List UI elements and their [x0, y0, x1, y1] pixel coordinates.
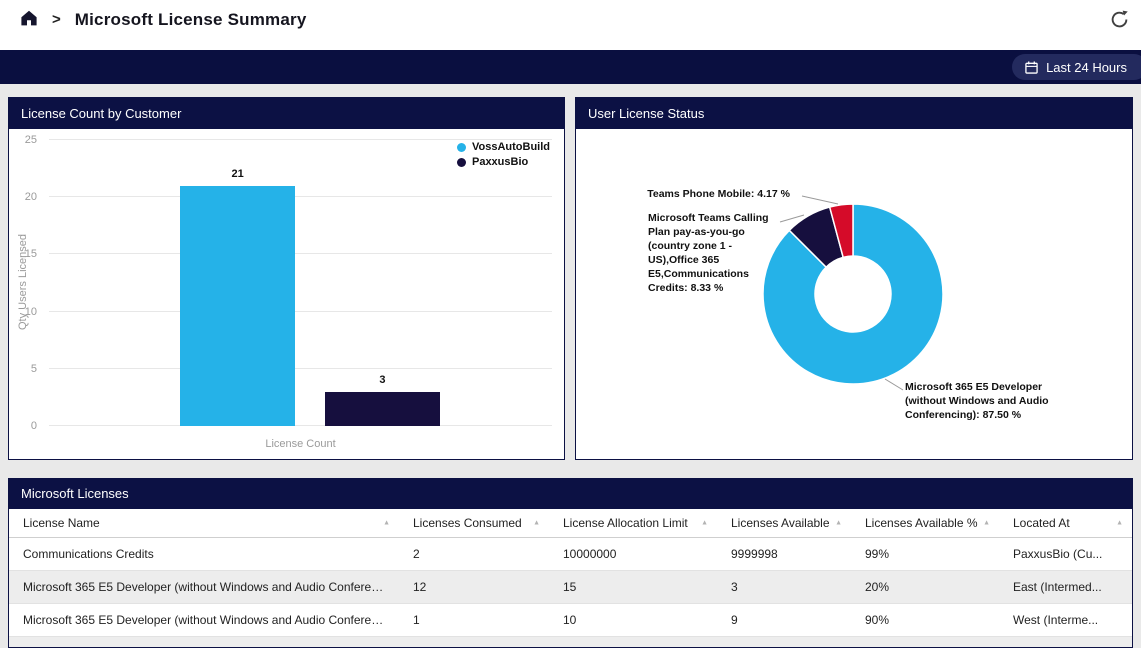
time-range-button[interactable]: Last 24 Hours — [1012, 54, 1141, 80]
sort-icon[interactable]: ▲ — [533, 520, 540, 527]
leader-line-red — [802, 196, 838, 204]
y-axis-tick: 25 — [25, 134, 37, 146]
column-header-label: Licenses Available — [731, 516, 830, 530]
bar-VossAutoBuild[interactable] — [180, 186, 295, 426]
donut-label-teams-phone-mobile: Teams Phone Mobile: 4.17 % — [630, 188, 790, 202]
legend-label: PaxxusBio — [472, 156, 528, 168]
bar-value-label: 3 — [379, 374, 385, 386]
bar-chart-panel: License Count by Customer Qty Users Lice… — [8, 97, 565, 460]
table-cell: 99% — [851, 538, 999, 571]
chart-legend: VossAutoBuild PaxxusBio — [457, 141, 550, 171]
table-cell: 10000000 — [549, 538, 717, 571]
table-row[interactable]: Microsoft 365 E5 Developer (without Wind… — [9, 571, 1132, 604]
table-row-partial — [9, 637, 1132, 647]
column-header-label: License Name — [23, 516, 100, 530]
refresh-icon[interactable] — [1110, 10, 1129, 29]
breadcrumb-separator-icon: > — [52, 10, 61, 30]
time-range-label: Last 24 Hours — [1046, 60, 1127, 75]
sort-icon[interactable]: ▲ — [983, 520, 990, 527]
legend-swatch-icon — [457, 158, 466, 167]
panel-title-bar-chart: License Count by Customer — [9, 98, 564, 129]
donut-chart-panel: User License Status Teams Phone Mobile: … — [575, 97, 1133, 460]
legend-label: VossAutoBuild — [472, 141, 550, 153]
legend-item[interactable]: PaxxusBio — [457, 156, 550, 168]
table-cell: 90% — [851, 604, 999, 637]
column-header-label: Located At — [1013, 516, 1070, 530]
donut-label-m365-e5-developer: Microsoft 365 E5 Developer (without Wind… — [905, 381, 1057, 423]
table-cell: 10 — [549, 604, 717, 637]
gridline — [49, 196, 552, 197]
table-cell: 3 — [717, 571, 851, 604]
table-cell: 2 — [399, 538, 549, 571]
column-header[interactable]: Licenses Available % ▲ — [851, 509, 999, 538]
table-cell: 12 — [399, 571, 549, 604]
licenses-table: License Name▲Licenses Consumed▲License A… — [9, 509, 1132, 637]
sort-icon[interactable]: ▲ — [701, 520, 708, 527]
panel-title-licenses-table: Microsoft Licenses — [9, 479, 1132, 509]
bar-value-label: 21 — [232, 168, 244, 180]
table-cell: East (Intermed... — [999, 571, 1132, 604]
column-header[interactable]: License Allocation Limit ▲ — [549, 509, 717, 538]
gridline — [49, 425, 552, 426]
column-header[interactable]: Licenses Consumed ▲ — [399, 509, 549, 538]
y-axis-ticks: 0510152025 — [9, 140, 43, 426]
table-cell: 15 — [549, 571, 717, 604]
column-header-label: Licenses Available % — [865, 516, 978, 530]
licenses-table-panel: Microsoft Licenses License Name▲Licenses… — [8, 478, 1133, 648]
donut-chart-body: Teams Phone Mobile: 4.17 % Microsoft Tea… — [576, 129, 1132, 459]
leader-line-cyan — [885, 379, 903, 390]
table-cell: 1 — [399, 604, 549, 637]
table-cell: 9999998 — [717, 538, 851, 571]
page-title: Microsoft License Summary — [75, 9, 307, 30]
table-cell: 9 — [717, 604, 851, 637]
table-row[interactable]: Microsoft 365 E5 Developer (without Wind… — [9, 604, 1132, 637]
column-header-label: Licenses Consumed — [413, 516, 522, 530]
y-axis-tick: 10 — [25, 306, 37, 318]
column-header[interactable]: Located At ▲ — [999, 509, 1132, 538]
gridline — [49, 253, 552, 254]
legend-item[interactable]: VossAutoBuild — [457, 141, 550, 153]
toolbar: Last 24 Hours — [0, 50, 1141, 84]
table-cell: Communications Credits — [9, 538, 399, 571]
home-icon[interactable] — [20, 9, 38, 27]
legend-swatch-icon — [457, 143, 466, 152]
column-header[interactable]: Licenses Available ▲ — [717, 509, 851, 538]
donut-label-teams-calling-plan: Microsoft Teams Calling Plan pay-as-you-… — [648, 212, 780, 296]
bar-chart-body: Qty Users Licensed 0510152025 213 Licens… — [9, 129, 564, 459]
gridline — [49, 311, 552, 312]
column-header[interactable]: License Name ▲ — [9, 509, 399, 538]
content-area: License Count by Customer Qty Users Lice… — [0, 84, 1141, 648]
table-row[interactable]: Communications Credits210000000999999899… — [9, 538, 1132, 571]
sort-icon[interactable]: ▲ — [835, 520, 842, 527]
table-cell: Microsoft 365 E5 Developer (without Wind… — [9, 604, 399, 637]
bar-plot-area: 21 3 — [49, 140, 552, 426]
topbar: > Microsoft License Summary — [0, 0, 1141, 50]
bar-PaxxusBio[interactable] — [325, 392, 440, 426]
x-axis-label: License Count — [49, 438, 552, 450]
sort-icon[interactable]: ▲ — [1116, 520, 1123, 527]
sort-icon[interactable]: ▲ — [383, 520, 390, 527]
column-header-label: License Allocation Limit — [563, 516, 688, 530]
table-cell: PaxxusBio (Cu... — [999, 538, 1132, 571]
table-cell: West (Interme... — [999, 604, 1132, 637]
y-axis-tick: 5 — [31, 363, 37, 375]
panel-title-donut-chart: User License Status — [576, 98, 1132, 129]
table-cell: 20% — [851, 571, 999, 604]
calendar-icon — [1025, 61, 1038, 74]
y-axis-tick: 20 — [25, 191, 37, 203]
table-cell: Microsoft 365 E5 Developer (without Wind… — [9, 571, 399, 604]
y-axis-tick: 0 — [31, 420, 37, 432]
y-axis-tick: 15 — [25, 248, 37, 260]
table-header-row: License Name▲Licenses Consumed▲License A… — [9, 509, 1132, 538]
gridline — [49, 139, 552, 140]
gridline — [49, 368, 552, 369]
